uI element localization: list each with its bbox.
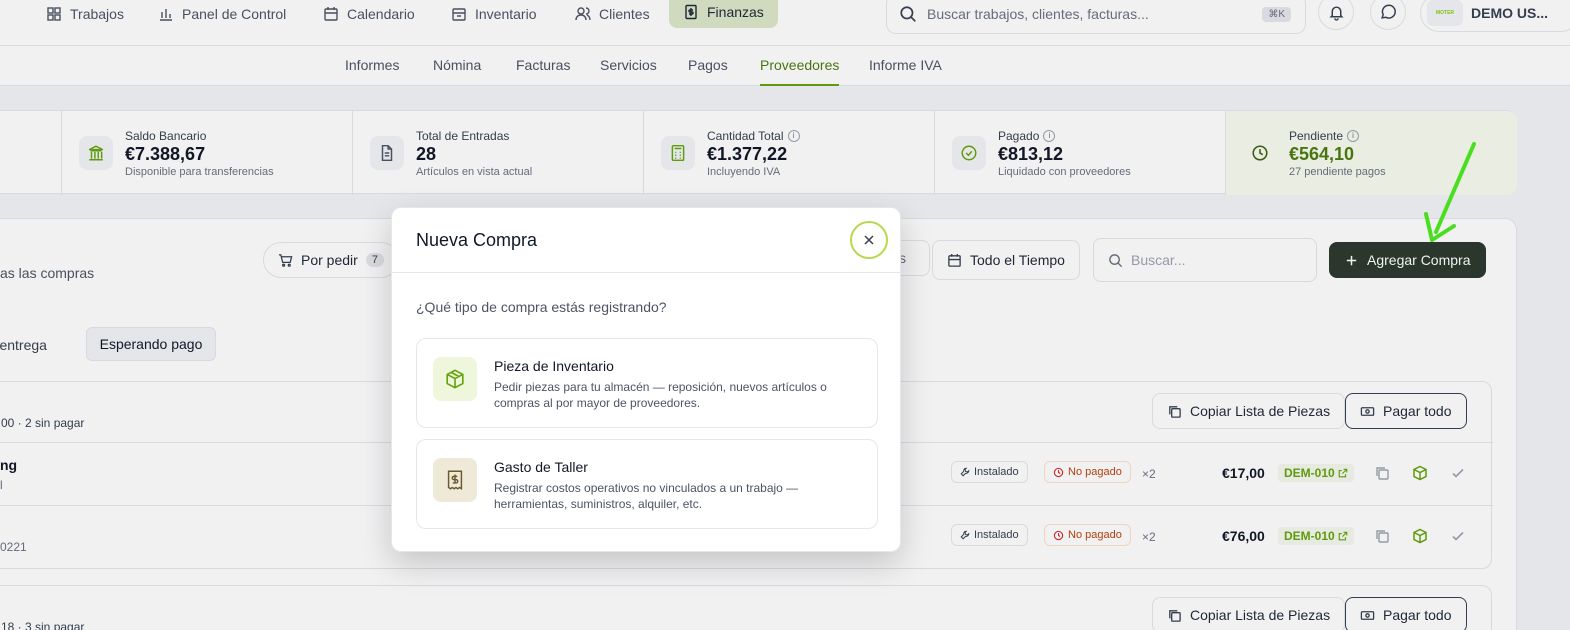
dialog-question: ¿Qué tipo de compra estás registrando? [416, 299, 667, 315]
close-button[interactable] [850, 221, 888, 259]
option-title: Pieza de Inventario [494, 358, 614, 374]
option-description: Pedir piezas para tu almacén — reposició… [494, 380, 827, 410]
option-icon-wrap [433, 458, 477, 502]
close-icon [864, 235, 874, 245]
annotation-arrow-icon [1424, 142, 1476, 242]
option-inventory-part[interactable]: Pieza de Inventario Pedir piezas para tu… [416, 338, 878, 428]
option-workshop-expense[interactable]: Gasto de Taller Registrar costos operati… [416, 439, 878, 529]
receipt-icon [447, 470, 463, 491]
dialog-title: Nueva Compra [416, 230, 538, 250]
option-icon-wrap [433, 357, 477, 401]
new-purchase-dialog: Nueva Compra ¿Qué tipo de compra estás r… [391, 207, 902, 552]
package-icon [446, 369, 464, 389]
option-title: Gasto de Taller [494, 459, 588, 475]
option-description: Registrar costos operativos no vinculado… [494, 481, 799, 511]
divider [392, 272, 902, 273]
